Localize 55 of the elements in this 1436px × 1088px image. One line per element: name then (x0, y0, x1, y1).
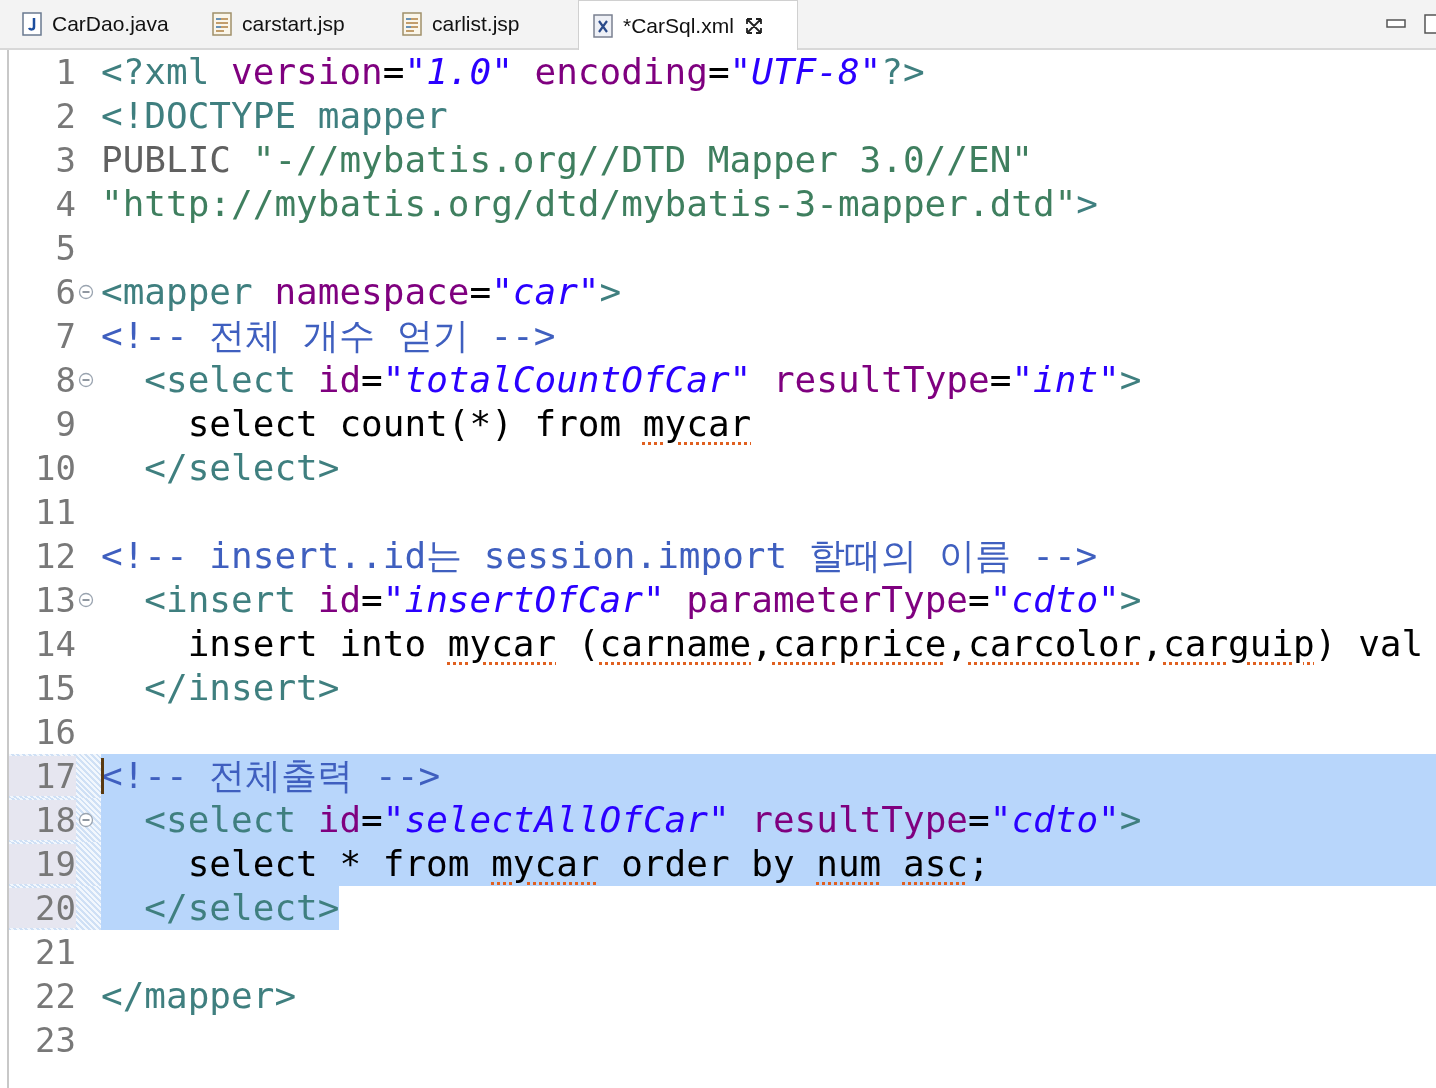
line-number: 7 (54, 316, 76, 356)
line-number: 12 (34, 536, 76, 576)
line-number: 2 (54, 96, 76, 136)
line-number: 23 (34, 1020, 76, 1060)
line-number: 17 (9, 756, 76, 796)
line-number: 5 (54, 228, 76, 268)
line-number: 14 (34, 624, 76, 664)
code-line: <!DOCTYPE mapper (101, 94, 448, 138)
collapse-icon[interactable] (78, 284, 94, 300)
editor-tab[interactable]: carstart.jsp (198, 0, 388, 48)
collapse-icon[interactable] (78, 372, 94, 388)
maximize-icon[interactable] (1424, 14, 1436, 34)
line-number: 1 (54, 52, 76, 92)
document-lines-icon (402, 12, 422, 36)
code-line: <?xml version="1.0" encoding="UTF-8"?> (101, 50, 925, 94)
line-number: 22 (34, 976, 76, 1016)
line-number: 9 (54, 404, 76, 444)
code-line: </mapper> (101, 974, 297, 1018)
editor-tab[interactable]: CarDao.java (8, 0, 198, 48)
collapse-icon[interactable] (78, 592, 94, 608)
line-number: 4 (54, 184, 76, 224)
editor-tab[interactable]: carlist.jsp (388, 0, 578, 48)
code-line: select * from mycar order by num asc; (186, 842, 990, 886)
code-line: </select> (143, 446, 340, 490)
minimize-icon[interactable] (1386, 19, 1406, 29)
editor-tab[interactable]: *CarSql.xml (578, 0, 798, 50)
xml-file-icon (593, 13, 613, 38)
code-line: select count(*) from mycar (186, 402, 752, 446)
code-line: insert into mycar (carname,carprice,carcolor,carguip) val (186, 622, 1424, 666)
line-number: 3 (54, 140, 76, 180)
code-line: <select id="totalCountOfCar" resultType="int"> (143, 358, 1142, 402)
code-line: "http://mybatis.org/dtd/mybatis-3-mapper.dtd"> (101, 182, 1098, 226)
code-line: <insert id="insertOfCar" parameterType="cdto"> (143, 578, 1142, 622)
close-icon[interactable] (743, 15, 764, 36)
line-number: 10 (34, 448, 76, 488)
line-number: 6 (54, 272, 76, 312)
line-number: 16 (34, 712, 76, 752)
line-number: 15 (34, 668, 76, 708)
code-line: PUBLIC "-//mybatis.org//DTD Mapper 3.0//EN" (101, 138, 1033, 182)
code-line: <select id="selectAllOfCar" resultType="cdto"> (143, 798, 1142, 842)
code-line: <mapper namespace="car"> (101, 270, 622, 314)
collapse-icon[interactable] (78, 812, 94, 828)
code-line: <!-- 전체출력 --> (101, 754, 441, 798)
line-number: 11 (34, 492, 76, 532)
line-number: 21 (34, 932, 76, 972)
java-file-icon (22, 12, 42, 36)
document-lines-icon (212, 12, 232, 36)
line-number: 20 (9, 888, 76, 928)
line-number: 19 (9, 844, 76, 884)
line-number: 18 (9, 800, 76, 840)
code-line: <!-- insert..id는 session.import 할때의 이름 --> (101, 534, 1098, 578)
code-line: <!-- 전체 개수 얻기 --> (101, 314, 556, 358)
code-line: </insert> (143, 666, 340, 710)
line-number: 13 (34, 580, 76, 620)
line-number: 8 (54, 360, 76, 400)
